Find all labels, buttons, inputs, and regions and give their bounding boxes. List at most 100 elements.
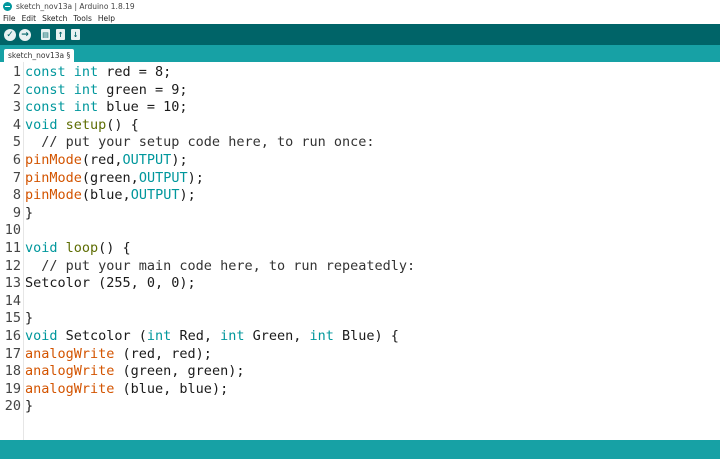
title-bar: sketch_nov13a | Arduino 1.8.19 [0,0,720,13]
line-number: 1 [12,64,21,80]
code-line[interactable]: analogWrite (blue, blue); [25,381,415,399]
code-token: (red, [81,151,123,168]
code-token: green = 9; [98,81,188,98]
line-number: 8 [12,187,21,204]
code-token: () { [98,239,131,256]
code-token: (red, red); [114,345,212,362]
code-token: void [25,116,58,133]
code-line[interactable]: pinMode(blue,OUTPUT); [25,187,415,205]
menu-edit[interactable]: Edit [19,14,40,23]
code-token: const int [25,99,99,116]
line-number: 12 [4,257,21,274]
code-token: int [309,327,334,344]
status-bar [0,440,720,459]
code-line[interactable]: } [25,310,415,328]
line-number: 4 [12,116,21,133]
line-number: 9 [12,204,21,221]
line-number: 10 [4,222,21,239]
code-token: red = 8; [98,64,172,80]
code-token: loop [65,239,99,256]
code-token: analogWrite [25,380,115,397]
code-editor[interactable]: 1 2 3 4 5 6 7 8 9 10 11 12 13 14 15 16 17 18 19 20 const in… [0,62,720,440]
code-line[interactable]: const int green = 9; [25,82,415,100]
line-number: 6 [12,151,21,168]
code-token: Blue) { [333,327,399,344]
code-token: pinMode [25,169,82,186]
code-token: const int [25,81,99,98]
code-token: pinMode [25,151,82,168]
arduino-logo-icon [3,2,12,11]
line-number: 18 [4,363,21,380]
code-token: int [220,327,245,344]
code-token: } [25,310,34,327]
code-line[interactable]: Setcolor (255, 0, 0); [25,275,415,293]
save-sketch-button[interactable]: ↓ [71,29,80,40]
code-token: Red, [171,327,221,344]
menu-bar: File Edit Sketch Tools Help [0,13,720,24]
code-token: int [146,327,172,344]
code-line[interactable]: const int red = 8; [25,64,415,82]
code-line[interactable]: // put your main code here, to run repea… [25,258,415,276]
line-number: 16 [4,327,21,344]
code-line[interactable] [25,293,415,311]
line-number: 5 [12,134,21,151]
tab-sketch[interactable]: sketch_nov13a § [4,49,75,62]
line-number: 3 [12,99,21,116]
code-token: Green, [244,327,310,344]
line-number: 19 [4,380,21,397]
code-line[interactable]: void setup() { [25,117,415,135]
code-line[interactable]: pinMode(red,OUTPUT); [25,152,415,170]
code-token: Setcolor ( [57,327,147,344]
code-token: pinMode [25,187,82,204]
code-line[interactable]: } [25,205,415,223]
code-line[interactable]: analogWrite (red, red); [25,346,415,364]
code-token: // put your setup code here, to run once… [25,134,375,151]
code-line[interactable]: const int blue = 10; [25,99,415,117]
line-number: 7 [12,169,21,186]
code-token: setup [65,116,107,133]
new-sketch-button[interactable]: ▤ [41,29,50,40]
line-number: 13 [4,275,21,292]
line-number: 15 [4,310,21,327]
code-token: } [25,204,34,221]
verify-button[interactable]: ✓ [4,28,16,41]
line-numbers: 1 2 3 4 5 6 7 8 9 10 11 12 13 14 15 16 17 18 19 20 [0,64,21,416]
line-number: 11 [4,239,21,256]
code-line[interactable]: // put your setup code here, to run once… [25,134,415,152]
code-token: void [25,239,58,256]
code-token: ); [187,169,204,186]
code-line[interactable]: void loop() { [25,240,415,258]
code-token: (blue, blue); [114,380,229,397]
tab-strip: sketch_nov13a § [0,45,720,62]
code-lines[interactable]: const int red = 8; const int green = 9; co… [25,64,415,416]
code-token: analogWrite [25,363,115,380]
code-token: blue = 10; [98,99,188,116]
code-line[interactable]: } [25,398,415,416]
code-token: analogWrite [25,345,115,362]
code-token: // put your main code here, to run repea… [25,257,416,274]
line-number: 2 [12,81,21,98]
menu-file[interactable]: File [0,14,19,23]
code-line[interactable] [25,222,415,240]
code-token: ); [171,151,188,168]
code-token: () { [106,116,139,133]
menu-sketch[interactable]: Sketch [39,14,70,23]
code-token: } [25,398,34,415]
menu-help[interactable]: Help [95,14,118,23]
code-token: (blue, [81,187,131,204]
upload-button[interactable]: → [19,28,31,41]
code-token: ); [179,187,196,204]
code-token: (green, [81,169,139,186]
code-line[interactable]: analogWrite (green, green); [25,363,415,381]
code-token: const int [25,64,99,80]
line-number: 20 [4,398,21,415]
line-number: 14 [4,292,21,309]
code-token: Setcolor (255, 0, 0); [25,275,196,292]
code-line[interactable]: void Setcolor (int Red, int Green, int B… [25,328,415,346]
open-sketch-button[interactable]: ↑ [56,29,65,40]
code-line[interactable]: pinMode(green,OUTPUT); [25,170,415,188]
menu-tools[interactable]: Tools [70,14,94,23]
code-token: OUTPUT [130,187,180,204]
